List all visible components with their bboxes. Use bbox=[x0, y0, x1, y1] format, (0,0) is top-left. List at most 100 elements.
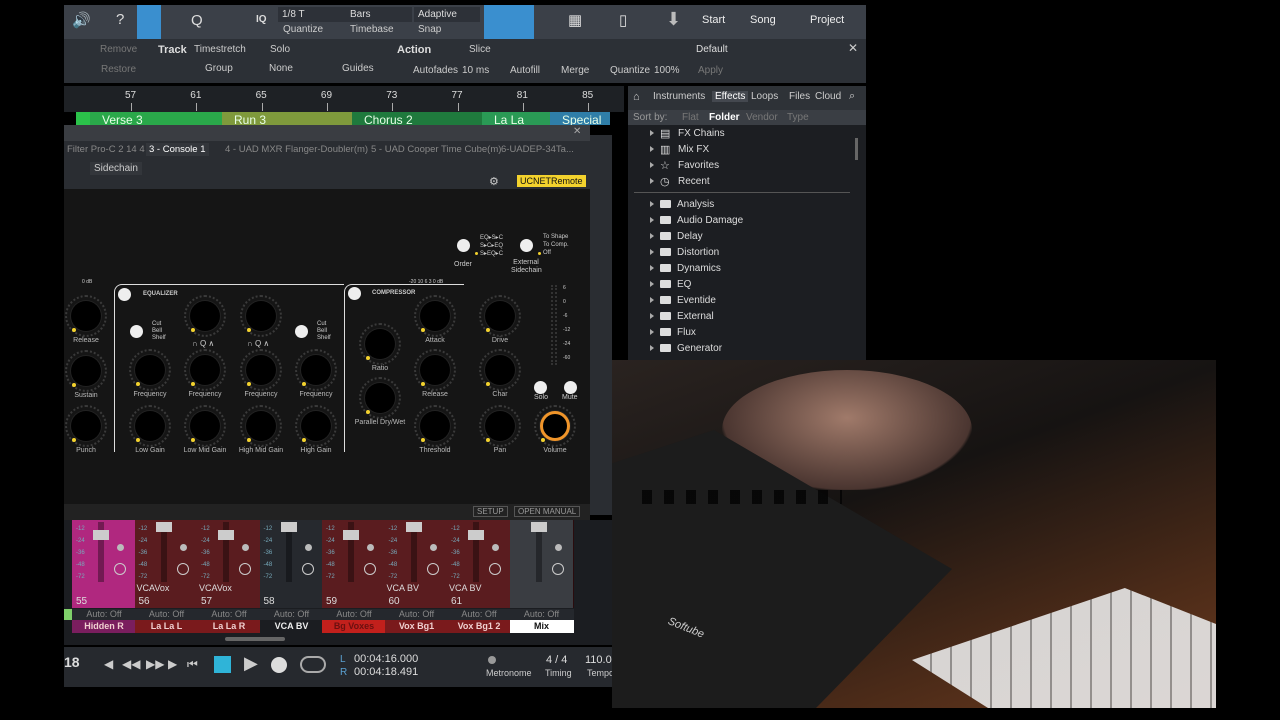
forward-button[interactable]: ▶ bbox=[168, 657, 177, 671]
timeline-ruler[interactable] bbox=[64, 86, 624, 112]
automation-mode[interactable]: Auto: Off bbox=[134, 609, 199, 620]
browser-item[interactable]: Generator bbox=[650, 340, 722, 356]
mixer-scrollbar[interactable] bbox=[225, 637, 285, 641]
browser-item[interactable]: ◷ Recent bbox=[650, 173, 710, 189]
expand-arrow-icon[interactable] bbox=[650, 265, 654, 271]
channel-name[interactable]: Bg Voxes bbox=[322, 620, 386, 633]
expand-arrow-icon[interactable] bbox=[650, 130, 654, 136]
setup-button[interactable]: SETUP bbox=[473, 506, 508, 517]
sidechain-option[interactable]: Off bbox=[543, 250, 551, 256]
expand-arrow-icon[interactable] bbox=[650, 146, 654, 152]
order-option[interactable]: S▸C▸EQ bbox=[480, 242, 503, 249]
arrangement-section[interactable]: Chorus 2 bbox=[352, 112, 482, 125]
start-button[interactable]: Start bbox=[702, 14, 725, 26]
time-signature[interactable]: 4 / 4 bbox=[546, 654, 567, 666]
loop-button[interactable] bbox=[300, 656, 326, 673]
mute-button[interactable] bbox=[564, 381, 577, 394]
browser-item[interactable]: ▤ FX Chains bbox=[650, 125, 725, 141]
pan-knob-icon[interactable] bbox=[489, 563, 501, 575]
speaker-icon[interactable]: 🔊 bbox=[72, 11, 91, 29]
knob-attack[interactable] bbox=[420, 301, 450, 331]
mute-icon[interactable] bbox=[492, 544, 499, 551]
expand-arrow-icon[interactable] bbox=[650, 233, 654, 239]
knob-pan[interactable] bbox=[485, 411, 515, 441]
pan-knob-icon[interactable] bbox=[176, 563, 189, 575]
automation-mode[interactable]: Auto: Off bbox=[197, 609, 261, 620]
sidechain-option[interactable]: To Shape bbox=[543, 234, 568, 240]
plugin-tab[interactable]: 4 - UAD MXR Flanger-Doubler(m) bbox=[222, 143, 371, 156]
record-button[interactable] bbox=[271, 657, 287, 673]
browser-item[interactable]: ☆ Favorites bbox=[650, 157, 719, 173]
merge-checkbox[interactable]: Merge bbox=[561, 65, 589, 76]
arrangement-section[interactable]: Special bbox=[550, 112, 610, 125]
knob-frequency[interactable] bbox=[135, 355, 165, 385]
browser-item[interactable]: EQ bbox=[650, 276, 691, 292]
expand-arrow-icon[interactable] bbox=[650, 249, 654, 255]
mute-icon[interactable] bbox=[429, 544, 437, 551]
fast-forward-button[interactable]: ▶▶ bbox=[146, 657, 164, 671]
fader-handle[interactable] bbox=[218, 530, 234, 540]
mute-icon[interactable] bbox=[117, 544, 124, 551]
filter-option[interactable]: Cut bbox=[317, 321, 326, 327]
song-button[interactable]: Song bbox=[750, 14, 776, 26]
pan-knob-icon[interactable] bbox=[114, 563, 126, 575]
automation-mode[interactable]: Auto: Off bbox=[72, 609, 136, 620]
filter-option[interactable]: Shelf bbox=[152, 335, 166, 341]
channel-name[interactable]: VCA BV bbox=[259, 620, 324, 633]
solo-button[interactable] bbox=[534, 381, 547, 394]
pan-knob-icon[interactable] bbox=[426, 563, 439, 575]
layout-icon[interactable]: ▦ bbox=[568, 11, 582, 29]
automation-mode[interactable]: Auto: Off bbox=[259, 609, 324, 620]
browser-item[interactable]: Flux bbox=[650, 324, 696, 340]
action-dropdown[interactable]: Slice bbox=[469, 44, 491, 55]
knob-frequency[interactable] bbox=[190, 355, 220, 385]
mute-icon[interactable] bbox=[554, 544, 562, 551]
pan-knob-icon[interactable] bbox=[301, 563, 314, 575]
eq-enable-button[interactable] bbox=[118, 288, 131, 301]
browser-tab-cloud[interactable]: Cloud bbox=[815, 91, 843, 102]
high-filter-button[interactable] bbox=[295, 325, 308, 338]
sidechain-option[interactable]: To Comp. bbox=[543, 242, 569, 248]
fader-handle[interactable] bbox=[530, 522, 547, 532]
automation-mode[interactable]: Auto: Off bbox=[509, 609, 574, 620]
channel-name[interactable]: Vox Bg1 2 bbox=[447, 620, 511, 633]
knob-sustain[interactable] bbox=[71, 356, 101, 386]
quantize-dropdown[interactable]: 1/8 T bbox=[278, 7, 346, 22]
knob-release[interactable] bbox=[420, 355, 450, 385]
automation-mode[interactable]: Auto: Off bbox=[447, 609, 511, 620]
low-filter-button[interactable] bbox=[130, 325, 143, 338]
sort-option-flat[interactable]: Flat bbox=[682, 112, 699, 123]
knob-high-gain[interactable] bbox=[301, 411, 331, 441]
expand-arrow-icon[interactable] bbox=[650, 345, 654, 351]
search-icon[interactable]: ⌕ bbox=[849, 90, 855, 103]
channel-name[interactable]: La La L bbox=[134, 620, 199, 633]
fader-handle[interactable] bbox=[155, 522, 172, 532]
fader-handle[interactable] bbox=[405, 522, 422, 532]
fader-handle[interactable] bbox=[280, 522, 297, 532]
browser-tab-loops[interactable]: Loops bbox=[751, 91, 778, 102]
order-option[interactable]: EQ▸S▸C bbox=[480, 234, 503, 241]
arrangement-section[interactable]: Verse 3 bbox=[90, 112, 222, 125]
browser-scrollbar[interactable] bbox=[855, 138, 858, 160]
help-button[interactable]: ? bbox=[116, 11, 124, 28]
apply-button[interactable]: Apply bbox=[698, 65, 723, 76]
channel-name[interactable]: Hidden R bbox=[72, 620, 136, 633]
compressor-enable-button[interactable] bbox=[348, 287, 361, 300]
rewind-start-button[interactable]: ◀ bbox=[104, 657, 113, 671]
browser-tab-effects[interactable]: Effects bbox=[712, 91, 749, 102]
default-preset[interactable]: Default bbox=[696, 44, 728, 55]
knob-drive[interactable] bbox=[485, 301, 515, 331]
filter-option[interactable]: Bell bbox=[152, 328, 162, 334]
expand-arrow-icon[interactable] bbox=[650, 281, 654, 287]
close-icon[interactable]: ✕ bbox=[848, 41, 858, 55]
knob-volume[interactable] bbox=[540, 411, 570, 441]
sort-option-folder[interactable]: Folder bbox=[709, 112, 740, 123]
channel-name[interactable]: Vox Bg1 bbox=[384, 620, 449, 633]
knob-low-gain[interactable] bbox=[135, 411, 165, 441]
autofades-checkbox[interactable]: Autofades bbox=[413, 65, 458, 76]
rewind-button[interactable]: ◀◀ bbox=[122, 657, 140, 671]
knob-frequency[interactable] bbox=[246, 355, 276, 385]
plugin-close-icon[interactable]: ✕ bbox=[573, 126, 581, 137]
fader-handle[interactable] bbox=[343, 530, 359, 540]
expand-arrow-icon[interactable] bbox=[650, 178, 654, 184]
